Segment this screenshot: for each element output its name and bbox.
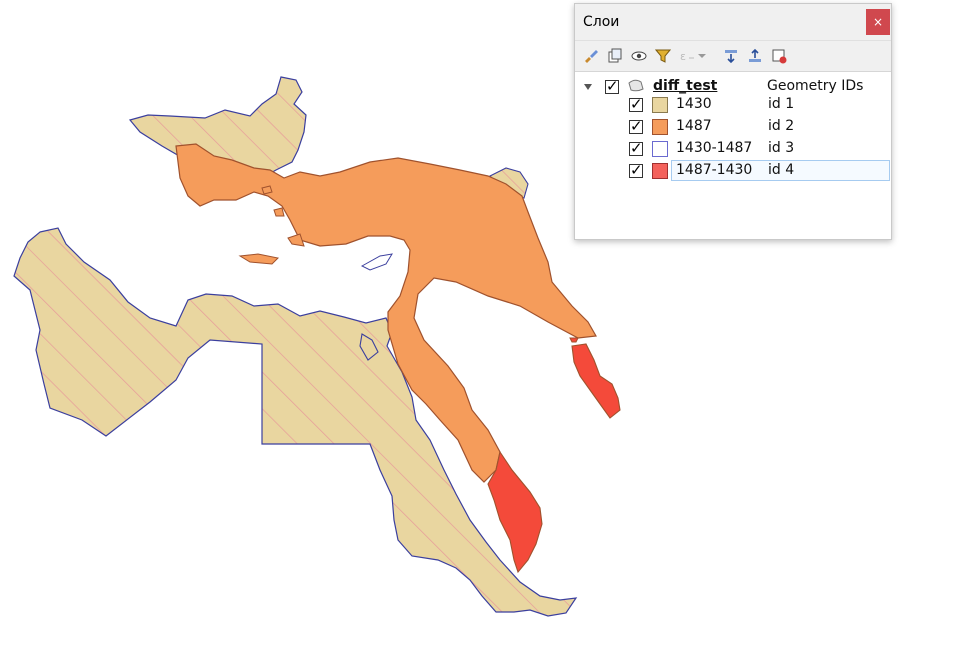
category-value: id 2	[768, 118, 795, 134]
feature-cyprus	[360, 253, 393, 271]
feature-1487-aegean-isle-1	[273, 207, 285, 217]
feature-1487-aegean-isle-2	[261, 185, 273, 195]
category-checkbox[interactable]	[629, 95, 643, 113]
category-row[interactable]: 1487-1430 id 4	[574, 160, 892, 182]
layer-name: diff_test	[653, 78, 718, 94]
category-label: 1430	[676, 96, 712, 112]
remove-layer-icon[interactable]	[771, 48, 787, 64]
close-button[interactable]: ×	[866, 9, 890, 35]
feature-1487-1430-hejaz	[487, 450, 543, 574]
visibility-eye-icon[interactable]	[631, 48, 647, 64]
collapse-all-icon[interactable]	[747, 48, 763, 64]
category-value: id 4	[768, 162, 795, 178]
layer-checkbox[interactable]	[605, 77, 619, 95]
layers-toolbar: ε	[575, 41, 891, 72]
feature-1487-1430-gulf	[571, 343, 621, 419]
panel-title: Слои	[583, 14, 620, 30]
category-row[interactable]: 1487 id 2	[574, 116, 892, 138]
category-label: 1487-1430	[676, 162, 753, 178]
renderer-label: Geometry IDs	[767, 78, 864, 94]
filter-expression-icon[interactable]: ε	[679, 48, 695, 64]
category-checkbox[interactable]	[629, 117, 643, 135]
category-checkbox[interactable]	[629, 139, 643, 157]
collapse-arrow-icon[interactable]	[583, 82, 593, 92]
category-label: 1430-1487	[676, 140, 753, 156]
category-swatch	[652, 141, 668, 157]
panel-titlebar[interactable]: Слои ×	[575, 4, 891, 41]
category-value: id 3	[768, 140, 795, 156]
category-swatch	[652, 119, 668, 135]
chevron-down-icon[interactable]	[697, 48, 707, 64]
category-swatch	[652, 97, 668, 113]
category-label: 1487	[676, 118, 712, 134]
filter-icon[interactable]	[655, 48, 671, 64]
category-swatch	[652, 163, 668, 179]
feature-1487-crete	[238, 253, 280, 265]
style-brush-icon[interactable]	[583, 48, 599, 64]
feature-1487-1430-marker	[569, 337, 579, 343]
expand-all-icon[interactable]	[723, 48, 739, 64]
category-row[interactable]: 1430 id 1	[574, 94, 892, 116]
category-checkbox[interactable]	[629, 161, 643, 179]
category-row[interactable]: 1430-1487 id 3	[574, 138, 892, 160]
svg-text:ε: ε	[680, 50, 686, 63]
category-value: id 1	[768, 96, 795, 112]
polygon-layer-icon	[628, 79, 644, 92]
add-group-icon[interactable]	[607, 48, 623, 64]
